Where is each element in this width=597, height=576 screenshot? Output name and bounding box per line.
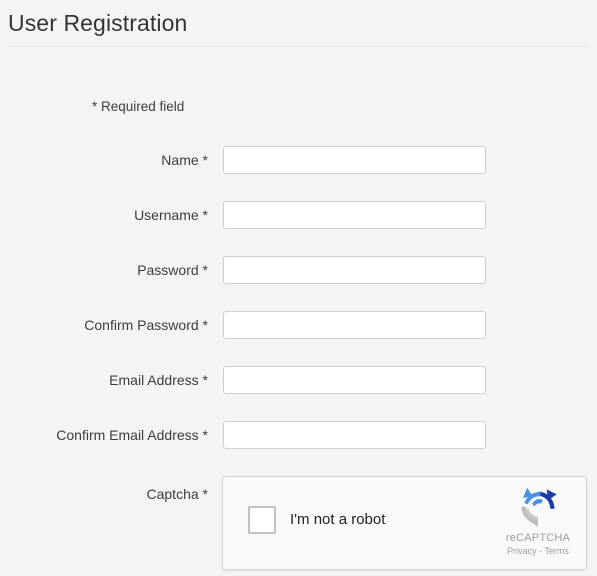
label-password-text: Password [137,262,199,278]
label-username: Username * [0,201,208,229]
password-input[interactable] [223,256,486,284]
label-email-address: Email Address * [0,366,208,394]
name-input[interactable] [223,146,486,174]
form-row-confirm-password: Confirm Password * [0,311,597,341]
form-row-captcha: Captcha * I'm not a robot reCAPTCHA Priv… [0,476,597,571]
form-row-username: Username * [0,201,597,231]
label-captcha-text: Captcha [146,486,199,502]
label-confirm-password: Confirm Password * [0,311,208,339]
registration-form: * Required field Name * Username * Passw… [0,0,597,576]
recaptcha-privacy-terms-link[interactable]: Privacy - Terms [502,545,574,557]
form-row-password: Password * [0,256,597,286]
required-marker: * [202,486,208,502]
label-password: Password * [0,256,208,284]
label-username-text: Username [134,207,199,223]
recaptcha-logo-icon [521,487,557,527]
confirm-email-address-input[interactable] [223,421,486,449]
recaptcha-widget[interactable]: I'm not a robot reCAPTCHA Privacy - Term… [222,476,587,570]
label-name-text: Name [161,152,199,168]
email-address-input[interactable] [223,366,486,394]
label-name: Name * [0,146,208,174]
form-row-email-address: Email Address * [0,366,597,396]
required-marker: * [202,262,208,278]
form-row-confirm-email-address: Confirm Email Address * [0,421,597,451]
label-confirm-email-address-text: Confirm Email Address [56,427,199,443]
required-field-note: * Required field [92,99,185,114]
recaptcha-checkbox[interactable] [248,506,276,534]
required-marker: * [202,152,208,168]
confirm-password-input[interactable] [223,311,486,339]
recaptcha-anchor-label: I'm not a robot [290,511,386,528]
recaptcha-logo: reCAPTCHA Privacy - Terms [502,485,574,557]
required-marker: * [202,317,208,333]
username-input[interactable] [223,201,486,229]
required-marker: * [202,207,208,223]
form-row-name: Name * [0,146,597,176]
label-confirm-email-address: Confirm Email Address * [0,421,208,449]
recaptcha-brand-label: reCAPTCHA [505,532,571,544]
label-confirm-password-text: Confirm Password [84,317,199,333]
label-email-address-text: Email Address [109,372,199,388]
label-captcha: Captcha * [0,480,209,508]
required-marker: * [202,372,208,388]
required-marker: * [202,427,208,443]
